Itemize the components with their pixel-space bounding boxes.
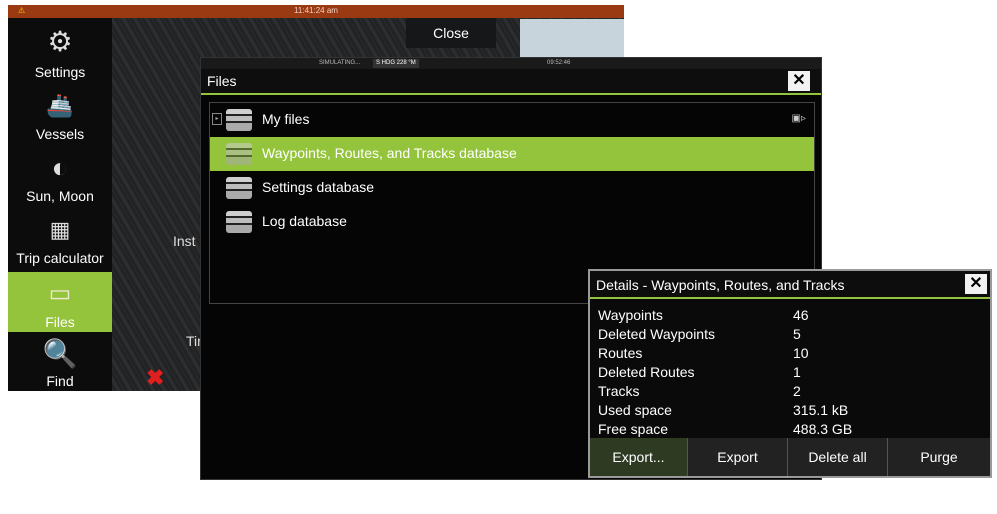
detail-key: Waypoints	[598, 307, 663, 323]
details-dialog: Details - Waypoints, Routes, and Tracks …	[588, 269, 992, 503]
detail-key: Used space	[598, 402, 672, 418]
files-item-log-db[interactable]: Log database	[210, 205, 814, 239]
detail-row: Waypoints 46	[598, 307, 978, 325]
database-icon	[226, 109, 252, 131]
detail-row: Deleted Routes 1	[598, 364, 978, 382]
detail-value: 488.3 GB	[793, 421, 853, 437]
database-settings-icon	[226, 177, 252, 199]
database-icon	[226, 211, 252, 233]
status-clock: 11:41:24 am	[294, 6, 338, 15]
close-button[interactable]: Close	[406, 18, 496, 48]
sidebar-item-vessels[interactable]: 🚢 Vessels	[8, 86, 112, 144]
files-item-label: Settings database	[262, 179, 375, 195]
calculator-icon: ▦	[49, 217, 71, 242]
detail-key: Routes	[598, 345, 643, 361]
sidebar-item-label: Sun, Moon	[26, 188, 94, 204]
sidebar-item-label: Files	[45, 314, 75, 330]
sidebar: ⚙ Settings 🚢 Vessels ◐ Sun, Moon ▦ Trip …	[8, 18, 112, 391]
detail-row: Tracks 2	[598, 383, 978, 401]
files-titlebar: Files ✕	[201, 69, 821, 95]
status-bar: ⚠ 11:41:24 am	[8, 5, 624, 18]
sun-moon-icon: ◐	[51, 152, 69, 183]
detail-value: 46	[793, 307, 809, 323]
details-button-bar: Export... Export Region... Delete all Pu…	[590, 438, 990, 503]
files-clock: 09:52:46	[547, 60, 571, 66]
files-item-label: Waypoints, Routes, and Tracks database	[262, 145, 517, 161]
magnifier-icon: 🔍	[42, 338, 78, 369]
detail-value: 2	[793, 383, 801, 399]
details-titlebar: Details - Waypoints, Routes, and Tracks …	[590, 271, 990, 299]
instruments-label-partial: Inst	[173, 233, 196, 249]
folder-icon: ▭	[48, 280, 72, 307]
database-icon	[226, 143, 252, 165]
detail-key: Tracks	[598, 383, 640, 399]
detail-value: 1	[793, 364, 801, 380]
files-status-bar: SIMULATING... S HDG 228 °M 09:52:46	[201, 58, 821, 69]
files-item-settings-db[interactable]: Settings database	[210, 171, 814, 205]
export-button[interactable]: Export...	[590, 438, 688, 476]
purge-button[interactable]: Purge	[888, 438, 990, 476]
memory-card-icon: ▣▹	[791, 113, 806, 124]
sidebar-item-sun-moon[interactable]: ◐ Sun, Moon	[8, 148, 112, 206]
detail-value: 5	[793, 326, 801, 342]
sidebar-item-settings[interactable]: ⚙ Settings	[8, 18, 112, 82]
sidebar-item-files[interactable]: ▭ Files	[8, 272, 112, 332]
export-region-button[interactable]: Export Region...	[688, 438, 788, 503]
details-close-button[interactable]: ✕	[965, 274, 987, 294]
detail-key: Free space	[598, 421, 669, 437]
detail-row: Free space 488.3 GB	[598, 421, 978, 439]
detail-key: Deleted Routes	[598, 364, 695, 380]
detail-key: Deleted Waypoints	[598, 326, 715, 342]
close-x-icon[interactable]: ✖	[146, 365, 164, 391]
simulating-label: SIMULATING...	[319, 60, 361, 66]
sidebar-item-label: Trip calculator	[16, 250, 104, 266]
files-item-waypoints-db[interactable]: Waypoints, Routes, and Tracks database	[210, 137, 814, 171]
detail-row: Routes 10	[598, 345, 978, 363]
gear-icon: ⚙	[47, 26, 73, 57]
sidebar-item-label: Vessels	[35, 126, 85, 142]
sidebar-item-find[interactable]: 🔍 Find	[8, 336, 112, 391]
expand-icon[interactable]: ▸	[212, 113, 222, 125]
files-title: Files	[207, 73, 237, 89]
detail-value: 315.1 kB	[793, 402, 849, 418]
detail-row: Used space 315.1 kB	[598, 402, 978, 420]
files-item-label: My files	[262, 111, 310, 127]
sidebar-item-label: Settings	[34, 64, 86, 80]
details-title: Details - Waypoints, Routes, and Tracks	[596, 277, 845, 293]
files-item-label: Log database	[262, 213, 347, 229]
vessel-icon: 🚢	[46, 93, 74, 118]
heading-readout: S HDG 228 °M	[373, 59, 419, 68]
files-close-button[interactable]: ✕	[788, 71, 810, 91]
files-item-my-files[interactable]: ▸ My files ▣▹	[210, 103, 814, 137]
detail-row: Deleted Waypoints 5	[598, 326, 978, 344]
delete-all-button[interactable]: Delete all	[788, 438, 888, 476]
detail-value: 10	[793, 345, 809, 361]
sidebar-item-label: Find	[46, 373, 74, 389]
sidebar-item-trip-calculator[interactable]: ▦ Trip calculator	[8, 210, 112, 268]
